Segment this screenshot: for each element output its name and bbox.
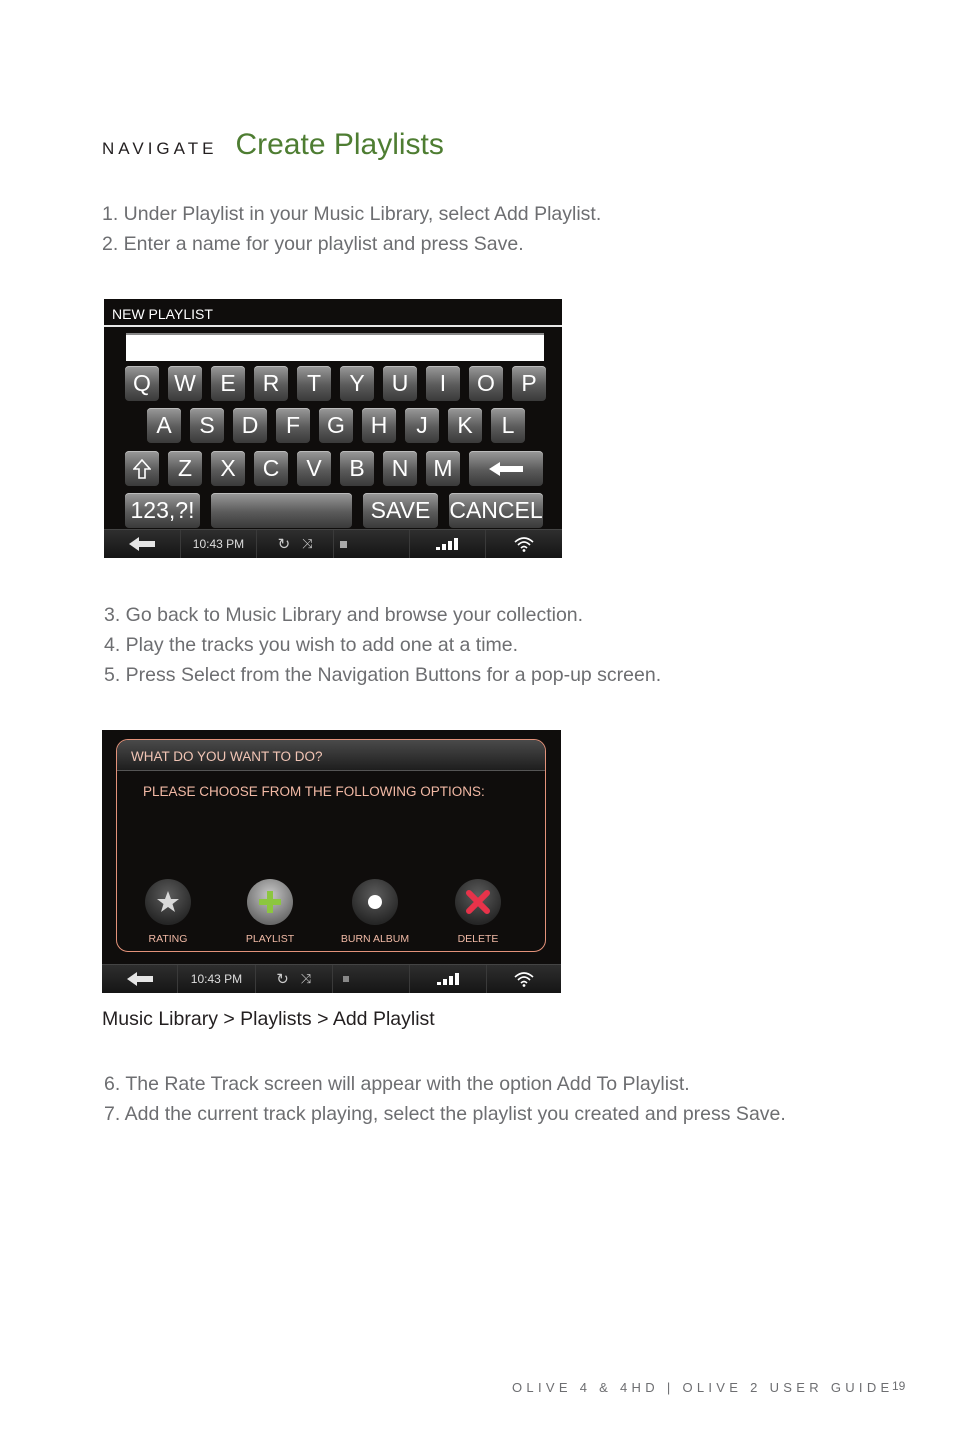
clock: 10:43 PM: [178, 965, 256, 993]
status-bar: 10:43 PM ↻ ⤨: [104, 529, 562, 558]
key-p[interactable]: P: [512, 366, 546, 401]
back-arrow-icon: [126, 972, 153, 986]
page-title: Create Playlists: [235, 128, 444, 161]
plus-icon: [259, 891, 281, 913]
key-n[interactable]: N: [383, 451, 417, 486]
step-4: 4. Play the tracks you wish to add one a…: [104, 634, 519, 656]
stop-icon: [339, 540, 347, 548]
stop-indicator: [334, 530, 410, 558]
page-heading: NAVIGATE Create Playlists: [102, 128, 444, 162]
screen-header: NEW PLAYLIST: [104, 299, 562, 327]
clock: 10:43 PM: [181, 530, 258, 558]
backspace-arrow-icon: [489, 462, 523, 476]
key-m[interactable]: M: [426, 451, 460, 486]
back-arrow-icon: [128, 537, 155, 551]
key-x[interactable]: X: [211, 451, 245, 486]
repeat-icon[interactable]: ↻: [278, 535, 291, 553]
key-o[interactable]: O: [469, 366, 503, 401]
breadcrumb-caption: Music Library > Playlists > Add Playlist: [102, 1008, 435, 1030]
key-e[interactable]: E: [211, 366, 245, 401]
shuffle-icon[interactable]: ⤨: [302, 536, 312, 552]
x-icon: [466, 890, 490, 914]
stop-indicator: [333, 965, 411, 993]
numbers-key[interactable]: 123,?!: [125, 493, 200, 528]
step-3: 3. Go back to Music Library and browse y…: [104, 604, 584, 626]
dialog-title: WHAT DO YOU WANT TO DO?: [117, 740, 545, 771]
key-k[interactable]: K: [448, 408, 482, 443]
key-b[interactable]: B: [340, 451, 374, 486]
steps-list-3: 6. The Rate Track screen will appear wit…: [104, 1069, 786, 1129]
cancel-button[interactable]: CANCEL: [449, 493, 543, 528]
option-label: BURN ALBUM: [340, 933, 410, 945]
footer-guide-title: OLIVE 4 & 4HD | OLIVE 2 USER GUIDE: [512, 1380, 894, 1395]
shift-key[interactable]: [125, 451, 159, 486]
key-j[interactable]: J: [405, 408, 439, 443]
step-6: 6. The Rate Track screen will appear wit…: [104, 1073, 690, 1095]
signal-strength: [410, 965, 487, 993]
star-icon: [157, 891, 179, 912]
key-q[interactable]: Q: [125, 366, 159, 401]
key-y[interactable]: Y: [340, 366, 374, 401]
stop-icon: [342, 976, 349, 982]
wifi-status: [487, 965, 561, 993]
key-d[interactable]: D: [233, 408, 267, 443]
key-u[interactable]: U: [383, 366, 417, 401]
playlist-name-input[interactable]: [126, 333, 544, 361]
new-playlist-screen: NEW PLAYLIST QWERTYUIOPASDFGHJKLZXCVBNM …: [104, 299, 562, 558]
key-g[interactable]: G: [319, 408, 353, 443]
key-z[interactable]: Z: [168, 451, 202, 486]
burn-album-option[interactable]: BURN ALBUM: [325, 879, 425, 945]
section-kicker: NAVIGATE: [102, 139, 218, 158]
steps-list-2: 3. Go back to Music Library and browse y…: [104, 600, 661, 690]
key-s[interactable]: S: [190, 408, 224, 443]
save-button[interactable]: SAVE: [363, 493, 438, 528]
key-a[interactable]: A: [147, 408, 181, 443]
signal-strength: [410, 530, 487, 558]
key-c[interactable]: C: [254, 451, 288, 486]
back-button[interactable]: [104, 530, 181, 558]
signal-bars-icon: [436, 538, 459, 550]
playback-modes: ↻ ⤨: [257, 530, 334, 558]
options-dialog: WHAT DO YOU WANT TO DO? PLEASE CHOOSE FR…: [116, 739, 546, 952]
status-bar: 10:43 PM ↻ ⤨: [102, 964, 561, 993]
playlist-option[interactable]: PLAYLIST: [220, 879, 320, 945]
signal-bars-icon: [437, 973, 460, 985]
shift-arrow-icon: [132, 458, 152, 479]
playback-modes: ↻ ⤨: [256, 965, 333, 993]
key-h[interactable]: H: [362, 408, 396, 443]
back-button[interactable]: [102, 965, 179, 993]
key-v[interactable]: V: [297, 451, 331, 486]
key-w[interactable]: W: [168, 366, 202, 401]
delete-option[interactable]: DELETE: [428, 879, 528, 945]
shuffle-icon[interactable]: ⤨: [301, 971, 311, 987]
option-label: RATING: [148, 933, 188, 945]
key-t[interactable]: T: [297, 366, 331, 401]
options-popup-screen: WHAT DO YOU WANT TO DO? PLEASE CHOOSE FR…: [102, 730, 561, 993]
option-label: PLAYLIST: [245, 933, 295, 945]
disc-icon: [368, 895, 382, 909]
step-5: 5. Press Select from the Navigation Butt…: [104, 664, 662, 686]
page-number: 19: [892, 1379, 906, 1393]
repeat-icon[interactable]: ↻: [276, 970, 289, 988]
key-l[interactable]: L: [491, 408, 525, 443]
key-r[interactable]: R: [254, 366, 288, 401]
key-f[interactable]: F: [276, 408, 310, 443]
option-label: DELETE: [457, 933, 499, 945]
step-2: 2. Enter a name for your playlist and pr…: [102, 233, 524, 255]
rating-option[interactable]: RATING: [118, 879, 218, 945]
space-key[interactable]: [211, 493, 352, 528]
wifi-icon: [514, 537, 534, 552]
step-1: 1. Under Playlist in your Music Library,…: [102, 203, 602, 225]
wifi-status: [486, 530, 562, 558]
dialog-subtitle: PLEASE CHOOSE FROM THE FOLLOWING OPTIONS…: [143, 784, 485, 799]
steps-list-1: 1. Under Playlist in your Music Library,…: [102, 199, 601, 259]
key-i[interactable]: I: [426, 366, 460, 401]
wifi-icon: [514, 972, 534, 987]
backspace-key[interactable]: [469, 451, 543, 486]
step-7: 7. Add the current track playing, select…: [104, 1103, 786, 1125]
